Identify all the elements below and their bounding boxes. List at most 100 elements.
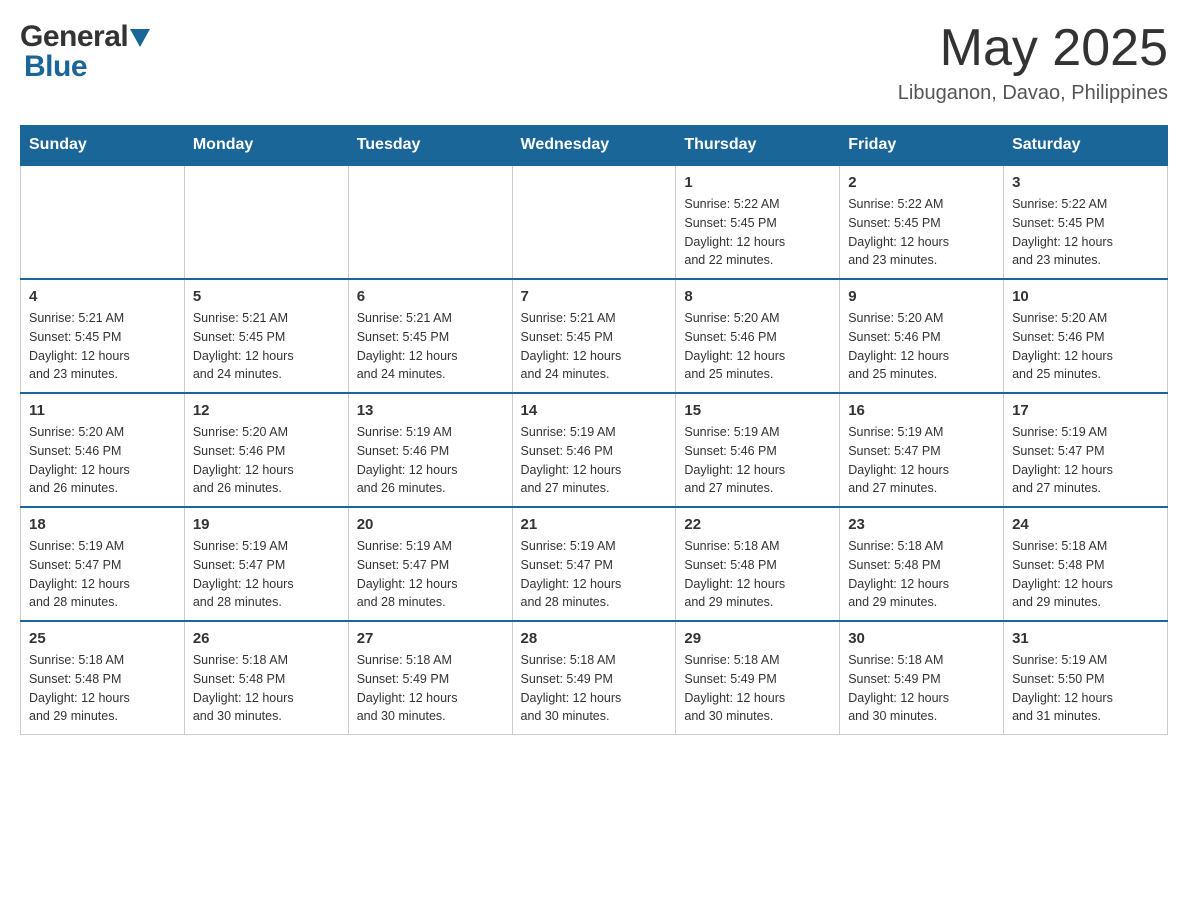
day-number: 16 — [848, 402, 995, 419]
day-info: Sunrise: 5:18 AMSunset: 5:49 PMDaylight:… — [357, 651, 504, 726]
title-section: May 2025 Libuganon, Davao, Philippines — [898, 20, 1168, 105]
logo-arrow-icon — [130, 29, 150, 47]
day-info: Sunrise: 5:18 AMSunset: 5:49 PMDaylight:… — [848, 651, 995, 726]
calendar-cell: 11 Sunrise: 5:20 AMSunset: 5:46 PMDayligh… — [21, 393, 185, 507]
calendar-header-row: SundayMondayTuesdayWednesdayThursdayFrid… — [21, 126, 1168, 166]
day-info: Sunrise: 5:20 AMSunset: 5:46 PMDaylight:… — [29, 423, 176, 498]
day-number: 6 — [357, 288, 504, 305]
calendar-cell: 10 Sunrise: 5:20 AMSunset: 5:46 PMDayligh… — [1004, 279, 1168, 393]
day-info: Sunrise: 5:20 AMSunset: 5:46 PMDaylight:… — [848, 309, 995, 384]
calendar-cell: 20 Sunrise: 5:19 AMSunset: 5:47 PMDayligh… — [348, 507, 512, 621]
calendar-cell: 12Sunrise: 5:20 AMSunset: 5:46 PMDayligh… — [184, 393, 348, 507]
day-number: 30 — [848, 630, 995, 647]
day-info: Sunrise: 5:21 AMSunset: 5:45 PMDaylight:… — [357, 309, 504, 384]
day-number: 10 — [1012, 288, 1159, 305]
calendar-cell: 24 Sunrise: 5:18 AMSunset: 5:48 PMDayligh… — [1004, 507, 1168, 621]
day-info: Sunrise: 5:18 AMSunset: 5:49 PMDaylight:… — [684, 651, 831, 726]
calendar-cell: 23 Sunrise: 5:18 AMSunset: 5:48 PMDayligh… — [840, 507, 1004, 621]
day-number: 11 — [29, 402, 176, 419]
day-number: 2 — [848, 174, 995, 191]
day-number: 21 — [521, 516, 668, 533]
calendar-cell: 6 Sunrise: 5:21 AMSunset: 5:45 PMDaylight… — [348, 279, 512, 393]
day-info: Sunrise: 5:19 AMSunset: 5:47 PMDaylight:… — [357, 537, 504, 612]
calendar-header-monday: Monday — [184, 126, 348, 166]
day-number: 8 — [684, 288, 831, 305]
day-info: Sunrise: 5:18 AMSunset: 5:48 PMDaylight:… — [848, 537, 995, 612]
day-info: Sunrise: 5:19 AMSunset: 5:46 PMDaylight:… — [357, 423, 504, 498]
day-number: 17 — [1012, 402, 1159, 419]
calendar-cell: 14Sunrise: 5:19 AMSunset: 5:46 PMDayligh… — [512, 393, 676, 507]
day-number: 26 — [193, 630, 340, 647]
day-number: 31 — [1012, 630, 1159, 647]
day-info: Sunrise: 5:18 AMSunset: 5:49 PMDaylight:… — [521, 651, 668, 726]
week-row-4: 18 Sunrise: 5:19 AMSunset: 5:47 PMDayligh… — [21, 507, 1168, 621]
day-info: Sunrise: 5:21 AMSunset: 5:45 PMDaylight:… — [193, 309, 340, 384]
day-info: Sunrise: 5:18 AMSunset: 5:48 PMDaylight:… — [1012, 537, 1159, 612]
day-number: 12 — [193, 402, 340, 419]
calendar-cell: 26 Sunrise: 5:18 AMSunset: 5:48 PMDayligh… — [184, 621, 348, 735]
logo: General Blue — [20, 20, 150, 84]
calendar-table: SundayMondayTuesdayWednesdayThursdayFrid… — [20, 125, 1168, 735]
day-number: 25 — [29, 630, 176, 647]
logo-general-text: General — [20, 20, 128, 54]
day-number: 1 — [684, 174, 831, 191]
day-number: 28 — [521, 630, 668, 647]
day-number: 13 — [357, 402, 504, 419]
day-info: Sunrise: 5:18 AMSunset: 5:48 PMDaylight:… — [684, 537, 831, 612]
calendar-cell: 21 Sunrise: 5:19 AMSunset: 5:47 PMDayligh… — [512, 507, 676, 621]
calendar-cell: 4Sunrise: 5:21 AMSunset: 5:45 PMDaylight… — [21, 279, 185, 393]
calendar-cell: 9Sunrise: 5:20 AMSunset: 5:46 PMDaylight… — [840, 279, 1004, 393]
calendar-cell: 8 Sunrise: 5:20 AMSunset: 5:46 PMDaylight… — [676, 279, 840, 393]
calendar-cell: 25 Sunrise: 5:18 AMSunset: 5:48 PMDayligh… — [21, 621, 185, 735]
logo-blue-text: Blue — [24, 50, 87, 84]
calendar-cell: 19Sunrise: 5:19 AMSunset: 5:47 PMDayligh… — [184, 507, 348, 621]
day-number: 19 — [193, 516, 340, 533]
calendar-header-sunday: Sunday — [21, 126, 185, 166]
month-title: May 2025 — [898, 20, 1168, 77]
day-number: 7 — [521, 288, 668, 305]
page-header: General Blue May 2025 Libuganon, Davao, … — [20, 20, 1168, 105]
calendar-cell: 5 Sunrise: 5:21 AMSunset: 5:45 PMDaylight… — [184, 279, 348, 393]
day-info: Sunrise: 5:18 AMSunset: 5:48 PMDaylight:… — [29, 651, 176, 726]
day-info: Sunrise: 5:19 AMSunset: 5:47 PMDaylight:… — [29, 537, 176, 612]
day-number: 14 — [521, 402, 668, 419]
calendar-cell: 15Sunrise: 5:19 AMSunset: 5:46 PMDayligh… — [676, 393, 840, 507]
day-number: 23 — [848, 516, 995, 533]
day-info: Sunrise: 5:19 AMSunset: 5:47 PMDaylight:… — [848, 423, 995, 498]
week-row-3: 11 Sunrise: 5:20 AMSunset: 5:46 PMDayligh… — [21, 393, 1168, 507]
day-info: Sunrise: 5:19 AMSunset: 5:47 PMDaylight:… — [521, 537, 668, 612]
day-info: Sunrise: 5:19 AMSunset: 5:50 PMDaylight:… — [1012, 651, 1159, 726]
day-number: 18 — [29, 516, 176, 533]
calendar-cell: 2 Sunrise: 5:22 AMSunset: 5:45 PMDaylight… — [840, 165, 1004, 279]
day-number: 24 — [1012, 516, 1159, 533]
week-row-1: 1 Sunrise: 5:22 AMSunset: 5:45 PMDaylight… — [21, 165, 1168, 279]
calendar-cell: 16 Sunrise: 5:19 AMSunset: 5:47 PMDayligh… — [840, 393, 1004, 507]
day-number: 27 — [357, 630, 504, 647]
day-info: Sunrise: 5:22 AMSunset: 5:45 PMDaylight:… — [684, 195, 831, 270]
day-info: Sunrise: 5:20 AMSunset: 5:46 PMDaylight:… — [684, 309, 831, 384]
calendar-cell: 27 Sunrise: 5:18 AMSunset: 5:49 PMDayligh… — [348, 621, 512, 735]
calendar-cell: 1 Sunrise: 5:22 AMSunset: 5:45 PMDaylight… — [676, 165, 840, 279]
calendar-cell: 29Sunrise: 5:18 AMSunset: 5:49 PMDayligh… — [676, 621, 840, 735]
day-number: 22 — [684, 516, 831, 533]
calendar-cell — [512, 165, 676, 279]
day-info: Sunrise: 5:19 AMSunset: 5:47 PMDaylight:… — [1012, 423, 1159, 498]
day-number: 4 — [29, 288, 176, 305]
day-info: Sunrise: 5:22 AMSunset: 5:45 PMDaylight:… — [1012, 195, 1159, 270]
calendar-header-tuesday: Tuesday — [348, 126, 512, 166]
calendar-cell: 13 Sunrise: 5:19 AMSunset: 5:46 PMDayligh… — [348, 393, 512, 507]
calendar-cell: 17 Sunrise: 5:19 AMSunset: 5:47 PMDayligh… — [1004, 393, 1168, 507]
calendar-cell — [21, 165, 185, 279]
week-row-5: 25 Sunrise: 5:18 AMSunset: 5:48 PMDayligh… — [21, 621, 1168, 735]
day-number: 15 — [684, 402, 831, 419]
day-number: 20 — [357, 516, 504, 533]
day-info: Sunrise: 5:22 AMSunset: 5:45 PMDaylight:… — [848, 195, 995, 270]
calendar-cell: 3Sunrise: 5:22 AMSunset: 5:45 PMDaylight… — [1004, 165, 1168, 279]
day-info: Sunrise: 5:20 AMSunset: 5:46 PMDaylight:… — [1012, 309, 1159, 384]
location-text: Libuganon, Davao, Philippines — [898, 82, 1168, 105]
day-info: Sunrise: 5:18 AMSunset: 5:48 PMDaylight:… — [193, 651, 340, 726]
calendar-cell: 28 Sunrise: 5:18 AMSunset: 5:49 PMDayligh… — [512, 621, 676, 735]
calendar-header-wednesday: Wednesday — [512, 126, 676, 166]
day-number: 5 — [193, 288, 340, 305]
calendar-cell: 7Sunrise: 5:21 AMSunset: 5:45 PMDaylight… — [512, 279, 676, 393]
